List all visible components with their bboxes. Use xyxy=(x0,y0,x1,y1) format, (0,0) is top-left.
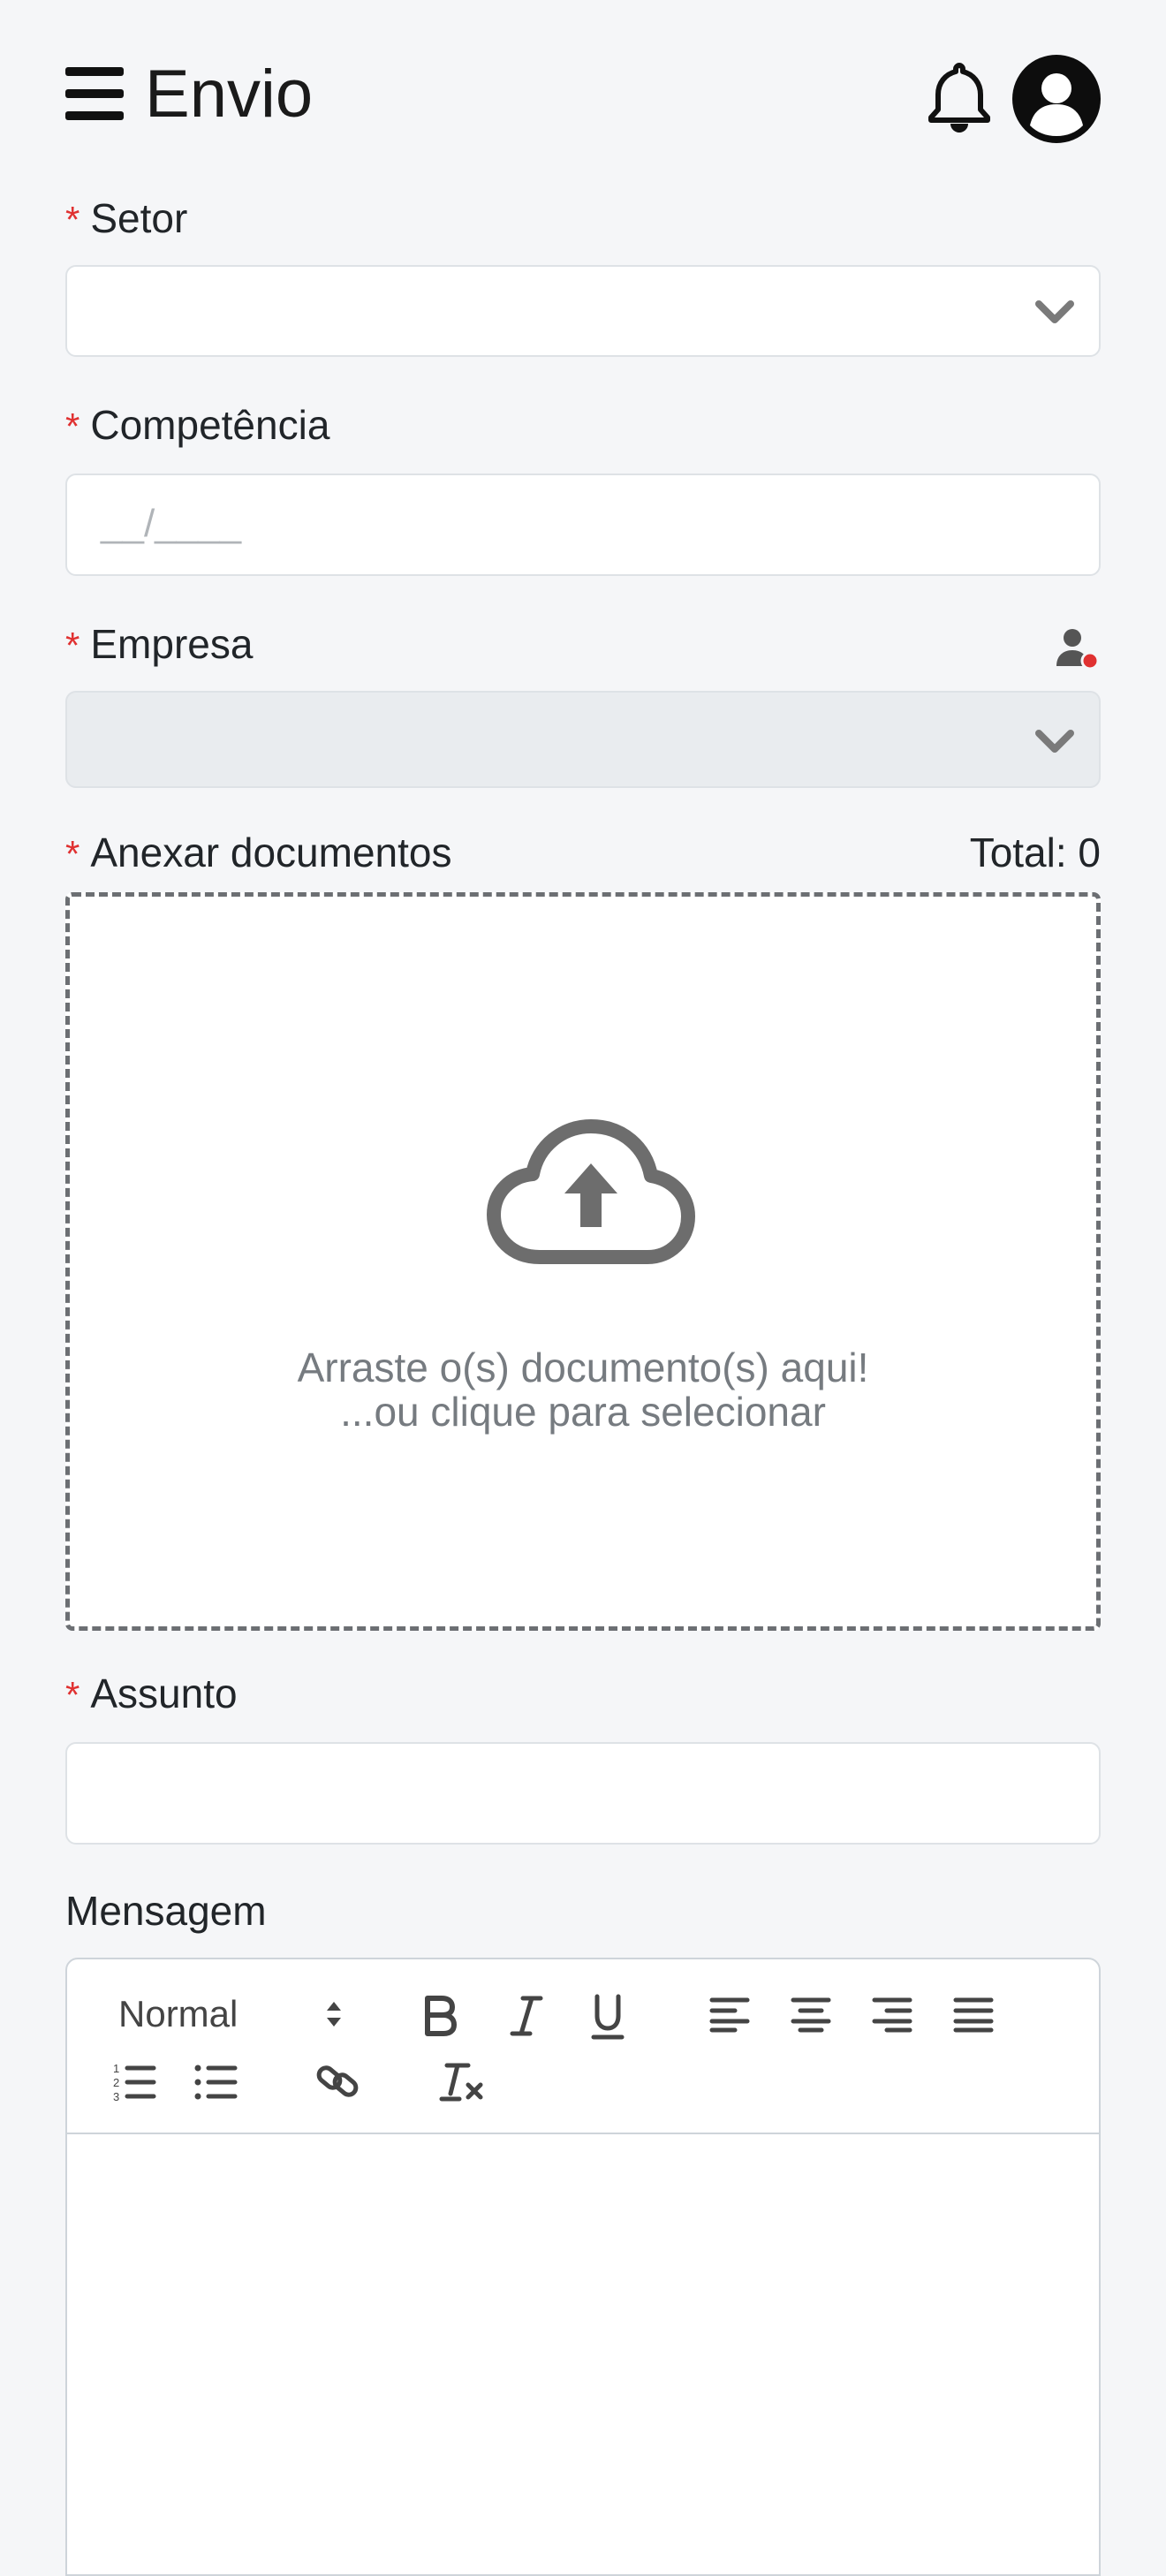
competencia-label: * Competência xyxy=(65,401,1101,449)
attachments-total: Total: 0 xyxy=(969,830,1101,875)
envio-page: Envio * Setor * Competência __/____ * Empre… xyxy=(65,0,1101,2576)
chevron-down-icon xyxy=(1035,300,1074,323)
clear-format-icon[interactable] xyxy=(438,2058,488,2104)
format-select-value: Normal xyxy=(118,1993,238,2034)
assunto-label-text: Assunto xyxy=(90,1671,238,1716)
required-asterisk: * xyxy=(65,1674,80,1716)
menu-bar-bottom xyxy=(65,111,124,120)
mensagem-label: Mensagem xyxy=(65,1887,1101,1935)
required-asterisk: * xyxy=(65,833,80,875)
user-with-red-dot-icon[interactable] xyxy=(1055,627,1101,670)
assunto-label: * Assunto xyxy=(65,1670,1101,1717)
setor-label: * Setor xyxy=(65,194,1101,242)
required-asterisk: * xyxy=(65,199,80,240)
underline-icon[interactable] xyxy=(588,1991,627,2041)
bullet-list-icon[interactable] xyxy=(193,2060,238,2102)
dropzone-line-1: Arraste o(s) documento(s) aqui! xyxy=(297,1345,869,1390)
user-avatar-icon[interactable] xyxy=(1012,55,1101,143)
svg-text:2: 2 xyxy=(113,2076,119,2089)
align-justify-icon[interactable] xyxy=(952,1995,995,2034)
competencia-label-text: Competência xyxy=(90,402,330,448)
bell-icon[interactable] xyxy=(926,62,993,134)
empresa-label-text: Empresa xyxy=(90,621,254,667)
setor-select[interactable] xyxy=(65,265,1101,357)
empresa-label: * Empresa xyxy=(65,620,1101,670)
align-left-icon[interactable] xyxy=(708,1995,751,2034)
align-center-icon[interactable] xyxy=(790,1995,832,2034)
app-header: Envio xyxy=(65,0,1101,194)
bold-icon[interactable] xyxy=(420,1991,459,2041)
svg-text:1: 1 xyxy=(113,2062,119,2075)
menu-bar-top xyxy=(65,67,124,76)
message-body[interactable] xyxy=(67,2134,1099,2574)
cloud-upload-icon xyxy=(487,1119,695,1264)
hamburger-menu-icon[interactable] xyxy=(65,67,124,120)
svg-text:3: 3 xyxy=(113,2090,119,2102)
required-asterisk: * xyxy=(65,405,80,447)
select-arrows-icon[interactable] xyxy=(322,1993,346,2035)
required-asterisk: * xyxy=(65,625,80,666)
page-title: Envio xyxy=(145,57,314,132)
document-dropzone[interactable]: Arraste o(s) documento(s) aqui! ...ou cl… xyxy=(65,892,1101,1631)
menu-bar-middle xyxy=(65,89,124,98)
italic-icon[interactable] xyxy=(507,1991,546,2041)
anexos-label-text: Anexar documentos xyxy=(90,830,452,875)
link-icon[interactable] xyxy=(314,2058,360,2104)
competencia-placeholder: __/____ xyxy=(101,502,242,545)
chevron-down-icon xyxy=(1035,730,1074,753)
dropzone-instructions: Arraste o(s) documento(s) aqui! ...ou cl… xyxy=(70,1345,1096,1434)
empresa-select[interactable] xyxy=(65,691,1101,788)
mensagem-label-text: Mensagem xyxy=(65,1888,267,1934)
competencia-input[interactable]: __/____ xyxy=(65,474,1101,576)
format-select[interactable]: Normal xyxy=(118,1989,238,2039)
assunto-input[interactable] xyxy=(65,1742,1101,1845)
dropzone-line-2: ...ou clique para selecionar xyxy=(340,1389,826,1435)
setor-label-text: Setor xyxy=(90,195,188,241)
anexos-label: * Anexar documentos Total: 0 xyxy=(65,829,1101,876)
align-right-icon[interactable] xyxy=(871,1995,913,2034)
ordered-list-icon[interactable]: 1 2 3 xyxy=(111,2060,157,2102)
editor-toolbar: Normal 1 2 3 xyxy=(67,1959,1099,2134)
message-editor: Normal 1 2 3 xyxy=(65,1958,1101,2576)
